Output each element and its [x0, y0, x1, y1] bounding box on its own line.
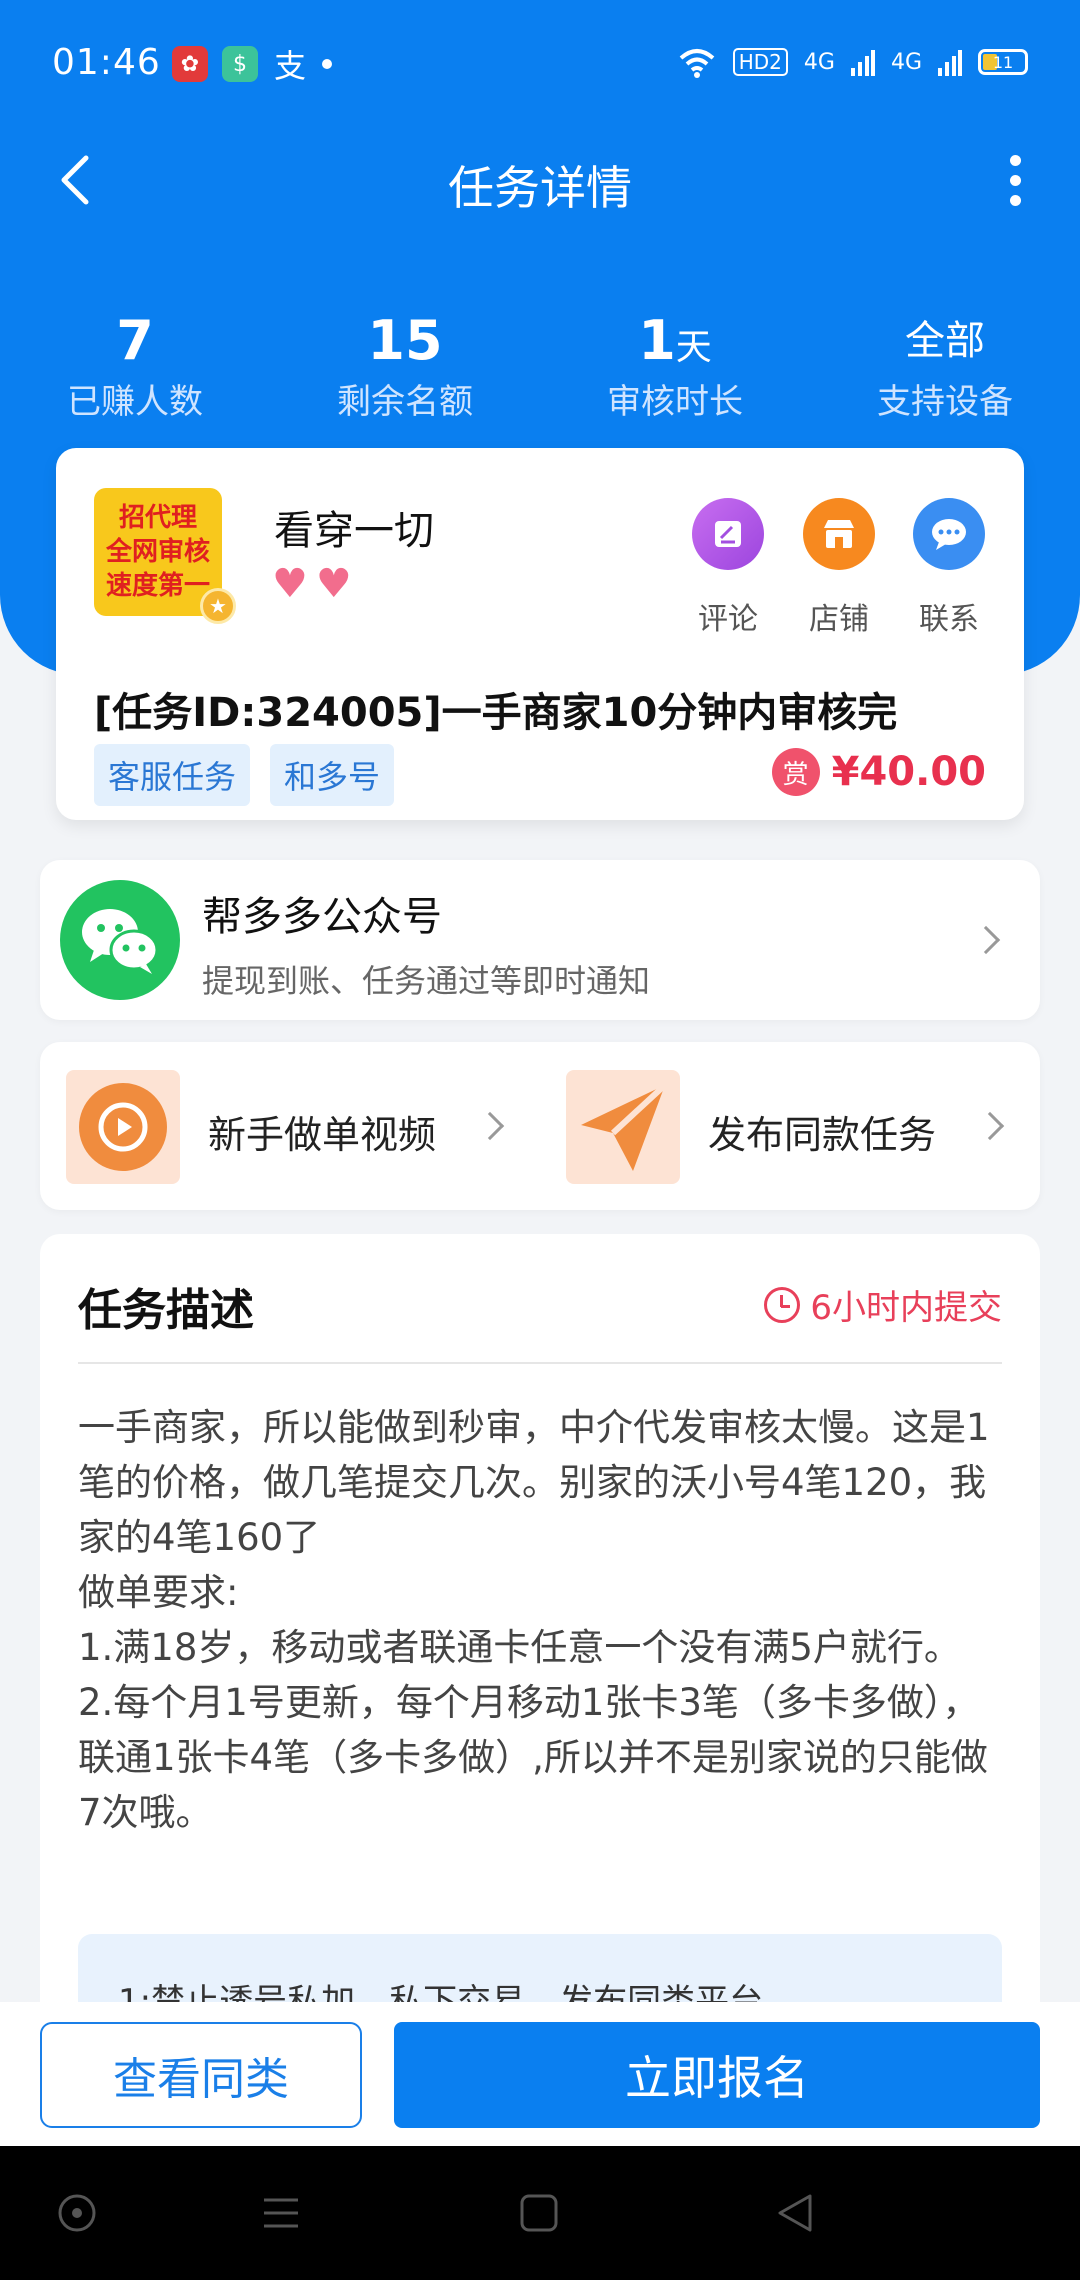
contact-button[interactable]: 联系: [899, 498, 999, 638]
home-nav-icon[interactable]: [516, 2190, 562, 2236]
description-title: 任务描述: [78, 1285, 254, 1336]
task-stats: 7 已赚人数 15 剩余名额 1天 审核时长 全部 支持设备: [0, 310, 1080, 423]
notification-app-icon: $: [222, 46, 258, 82]
clock-icon: [764, 1286, 801, 1323]
play-icon: [66, 1070, 180, 1184]
wechat-icon: [60, 880, 180, 1000]
task-reward: 赏 ¥40.00: [771, 748, 986, 796]
alipay-icon: 支: [273, 47, 306, 85]
stat-value: 15: [367, 309, 443, 372]
heart-icon: ♥: [272, 561, 308, 607]
publish-similar-label: 发布同款任务: [708, 1113, 937, 1157]
signal-4g-label-2: 4G: [890, 49, 922, 75]
chevron-right-icon: [975, 1111, 1005, 1141]
assistant-nav-icon[interactable]: [54, 2190, 100, 2236]
divider: [78, 1362, 1002, 1364]
task-tag: 和多号: [270, 744, 395, 806]
tutorial-video-link[interactable]: 新手做单视频: [40, 1042, 540, 1210]
star-badge-icon: ★: [200, 588, 236, 624]
task-description-card: 任务描述 6小时内提交 一手商家，所以能做到秒审，中介代发审核太慢。这是1笔的价…: [40, 1234, 1040, 2074]
task-tag: 客服任务: [94, 744, 251, 806]
chevron-right-icon: [971, 925, 1001, 955]
signal-icon: [938, 50, 962, 76]
back-nav-icon[interactable]: [772, 2190, 818, 2236]
reward-price: ¥40.00: [831, 749, 986, 795]
more-options-button[interactable]: [990, 150, 1040, 210]
stat-value: 7: [116, 309, 154, 372]
stat-label: 支持设备: [877, 382, 1013, 422]
notification-app-icon: ✿: [172, 46, 208, 82]
store-label: 店铺: [809, 602, 869, 637]
wechat-subtitle: 提现到账、任务通过等即时通知: [202, 962, 651, 1000]
battery-level: 11: [992, 52, 1014, 72]
stat-value: 1: [638, 309, 676, 372]
stat-review-time: 1天 审核时长: [540, 310, 810, 423]
status-time: 01:46: [52, 42, 161, 83]
status-notification-icons: ✿ $ 支: [172, 46, 332, 85]
task-card: 招代理 全网审核 速度第一 ★ 看穿一切 ♥ ♥ 评论 店铺 联系 [任务ID:…: [56, 448, 1024, 820]
status-bar: 01:46 ✿ $ 支 HD2 4G 4G 11: [0, 0, 1080, 130]
signup-button[interactable]: 立即报名: [394, 2022, 1040, 2128]
battery-icon: 11: [978, 49, 1028, 75]
signal-4g-label: 4G: [803, 49, 835, 75]
task-title: [任务ID:324005]一手商家10分钟内审核完: [94, 690, 898, 736]
stat-label: 剩余名额: [337, 382, 473, 422]
stat-label: 审核时长: [607, 382, 743, 422]
task-tags: 客服任务 和多号: [94, 744, 395, 806]
stat-remaining: 15 剩余名额: [270, 310, 540, 423]
signal-icon: [850, 50, 875, 76]
more-dot: [1009, 194, 1021, 206]
tutorial-video-label: 新手做单视频: [208, 1113, 437, 1157]
store-icon: [803, 498, 875, 570]
reward-icon: 赏: [771, 748, 820, 796]
contact-label: 联系: [919, 602, 979, 637]
deadline-text: 6小时内提交: [810, 1288, 1002, 1328]
more-dot: [1009, 174, 1021, 186]
chevron-right-icon: [475, 1111, 505, 1141]
stat-label: 已赚人数: [67, 382, 203, 422]
more-dot: [1009, 154, 1021, 166]
avatar-text: 招代理: [118, 503, 197, 533]
heart-icon: ♥: [315, 561, 352, 607]
comment-icon: [692, 498, 764, 570]
hd-badge: HD2: [732, 48, 788, 76]
stat-value: 全部: [905, 318, 985, 364]
avatar-text: 全网审核: [105, 537, 210, 567]
stat-unit: 天: [675, 327, 712, 368]
system-navigation-bar: [0, 2146, 1080, 2280]
send-icon: [566, 1070, 680, 1184]
wechat-title: 帮多多公众号: [202, 894, 442, 940]
page-title: 任务详情: [448, 161, 632, 215]
stat-devices: 全部 支持设备: [810, 310, 1080, 423]
store-button[interactable]: 店铺: [789, 498, 889, 638]
description-body: 一手商家，所以能做到秒审，中介代发审核太慢。这是1笔的价格，做几笔提交几次。别家…: [78, 1406, 990, 1834]
wechat-official-account-banner[interactable]: 帮多多公众号 提现到账、任务通过等即时通知: [40, 860, 1040, 1020]
view-similar-button[interactable]: 查看同类: [40, 2022, 362, 2128]
publisher-rating: ♥ ♥: [272, 564, 352, 604]
bottom-action-bar: 查看同类 立即报名: [0, 2002, 1080, 2146]
stat-earned: 7 已赚人数: [0, 310, 270, 423]
chat-icon: [913, 498, 985, 570]
comment-button[interactable]: 评论: [678, 498, 778, 638]
app-header: 任务详情: [0, 130, 1080, 230]
avatar-text: 速度第一: [105, 571, 210, 601]
status-indicators: HD2 4G 4G 11: [677, 46, 1028, 78]
comment-label: 评论: [698, 602, 758, 637]
quick-links: 新手做单视频 发布同款任务: [40, 1042, 1040, 1210]
publish-similar-link[interactable]: 发布同款任务: [540, 1042, 1040, 1210]
more-notifications-dot: [322, 59, 332, 69]
publisher-name: 看穿一切: [274, 508, 434, 554]
wifi-icon: [679, 49, 715, 78]
deadline: 6小时内提交: [764, 1280, 1002, 1329]
menu-nav-icon[interactable]: [258, 2190, 304, 2236]
publisher-avatar[interactable]: 招代理 全网审核 速度第一 ★: [94, 488, 236, 624]
